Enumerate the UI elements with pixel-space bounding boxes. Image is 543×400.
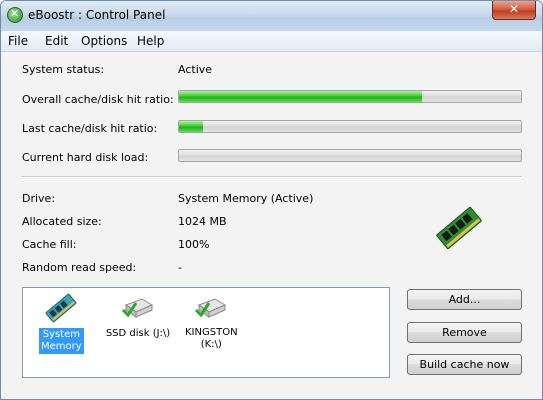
menu-file[interactable]: File xyxy=(8,34,28,48)
eboostr-app-icon xyxy=(7,7,23,23)
drive-item-system-memory[interactable]: System Memory xyxy=(39,291,84,354)
last-hit-ratio-fill xyxy=(179,121,203,132)
drive-check-icon xyxy=(121,298,154,318)
allocated-size-label: Allocated size: xyxy=(22,215,102,228)
control-panel-window: eBoostr : Control Panel ✕ File Edit Opti… xyxy=(0,0,543,400)
drive-label: Drive: xyxy=(22,192,56,205)
drive-item-kingston[interactable]: KINGSTON (K:\) xyxy=(183,293,239,352)
remove-button[interactable]: Remove xyxy=(407,322,522,343)
allocated-size-value: 1024 MB xyxy=(178,215,227,228)
drive-value: System Memory (Active) xyxy=(178,192,314,205)
disk-load-label: Current hard disk load: xyxy=(22,151,149,164)
main-content: System status: Active Overall cache/disk… xyxy=(1,52,542,399)
last-hit-ratio-bar xyxy=(178,120,522,133)
memory-stick-icon xyxy=(45,293,77,323)
system-status-value: Active xyxy=(178,63,213,76)
cache-fill-label: Cache fill: xyxy=(22,238,77,251)
system-status-label: System status: xyxy=(22,63,105,76)
read-speed-value: - xyxy=(178,261,182,274)
build-cache-button[interactable]: Build cache now xyxy=(407,354,522,375)
drive-label-system-memory: System Memory xyxy=(39,328,84,354)
menu-bar: File Edit Options Help xyxy=(1,31,542,52)
read-speed-label: Random read speed: xyxy=(22,261,137,274)
add-button[interactable]: Add... xyxy=(407,289,522,310)
title-bar[interactable]: eBoostr : Control Panel ✕ xyxy=(1,1,542,31)
close-button[interactable]: ✕ xyxy=(492,1,536,20)
overall-hit-ratio-bar xyxy=(178,90,522,103)
overall-hit-ratio-fill xyxy=(179,91,422,102)
drive-list[interactable]: System Memory SSD disk (J:\) KINGSTON (K… xyxy=(22,287,390,378)
cache-fill-value: 100% xyxy=(178,238,210,251)
drive-item-ssd[interactable]: SSD disk (J:\) xyxy=(99,293,177,341)
overall-hit-ratio-label: Overall cache/disk hit ratio: xyxy=(22,93,174,106)
menu-edit[interactable]: Edit xyxy=(45,34,68,48)
menu-options[interactable]: Options xyxy=(81,34,127,48)
drive-label-ssd: SSD disk (J:\) xyxy=(105,328,171,339)
drive-check-icon xyxy=(194,298,227,318)
last-hit-ratio-label: Last cache/disk hit ratio: xyxy=(22,122,158,135)
disk-load-bar xyxy=(178,149,522,162)
menu-help[interactable]: Help xyxy=(137,34,164,48)
window-title: eBoostr : Control Panel xyxy=(28,8,166,22)
drive-label-kingston: KINGSTON (K:\) xyxy=(185,327,238,350)
memory-module-icon xyxy=(436,206,482,250)
section-divider xyxy=(21,176,521,178)
